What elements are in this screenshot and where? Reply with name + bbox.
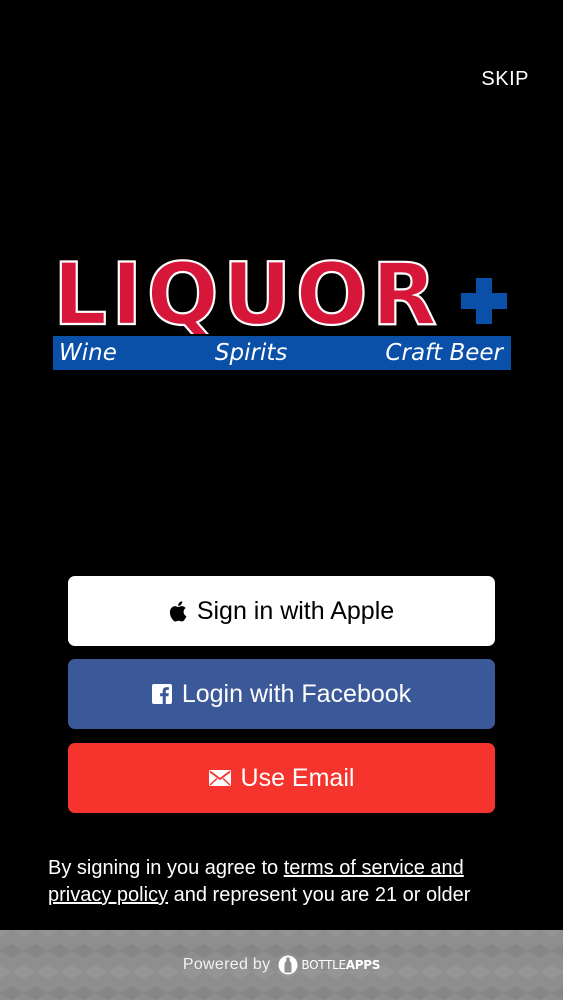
terms-prefix: By signing in you agree to [48,857,284,879]
use-email-label: Use Email [240,763,355,792]
bottleapps-wordmark: BOTTLEAPPS [301,958,380,972]
footer-bar: Powered by BOTTLEAPPS [0,930,563,1000]
powered-by-label: Powered by [182,956,271,973]
bottleapps-logo: BOTTLEAPPS [278,954,380,976]
facebook-icon [151,684,172,704]
logo-band-wine: Wine [59,340,117,366]
bottleapps-wordmark-bold: BOTTLE [301,958,346,972]
plus-icon [457,274,511,328]
logo-wordmark-text: LIQUOR [53,254,441,334]
bottleapps-wordmark-rest: APPS [345,958,381,972]
app-logo: LIQUOR Wine Spirits Craft Beer [53,254,511,370]
apple-icon [169,600,187,622]
use-email-button[interactable]: Use Email [68,743,495,813]
bottle-icon [278,955,298,975]
terms-notice: By signing in you agree to terms of serv… [48,855,528,909]
logo-band-spirits: Spirits [214,340,288,366]
sign-in-with-apple-button[interactable]: Sign in with Apple [68,576,495,646]
logo-wordmark: LIQUOR [53,254,453,334]
login-with-facebook-label: Login with Facebook [181,679,412,708]
login-with-facebook-button[interactable]: Login with Facebook [68,659,495,729]
sign-in-with-apple-label: Sign in with Apple [196,596,395,625]
logo-band: Wine Spirits Craft Beer [53,336,511,370]
terms-suffix: and represent you are 21 or older [168,884,471,906]
logo-band-craft-beer: Craft Beer [385,340,503,366]
envelope-icon [208,770,231,786]
skip-button[interactable]: SKIP [481,68,529,91]
powered-by: Powered by BOTTLEAPPS [183,954,380,976]
